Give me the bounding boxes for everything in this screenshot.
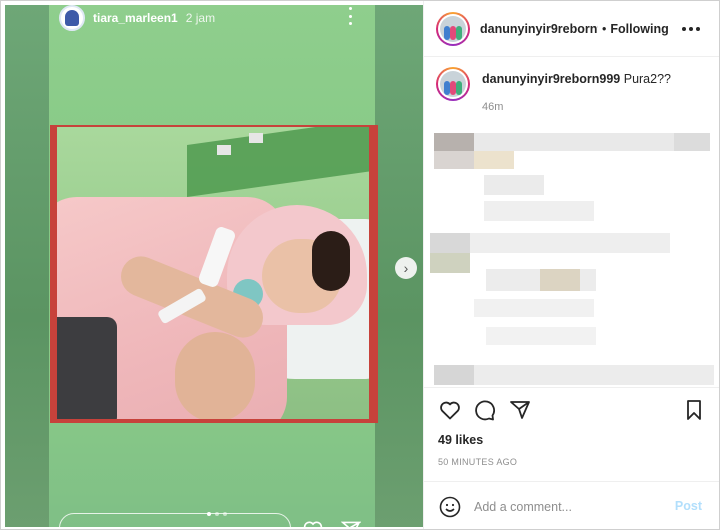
post-media[interactable]: tiara_marleen1 2 jam › xyxy=(5,5,423,527)
carousel-dot xyxy=(223,512,227,516)
story-heart-icon xyxy=(303,520,327,527)
separator-dot: • xyxy=(602,21,607,36)
comment-input[interactable]: Add a comment... xyxy=(474,500,674,514)
story-header: tiara_marleen1 2 jam xyxy=(59,5,215,31)
comment-bar: Add a comment... Post xyxy=(424,481,719,529)
story-time: 2 jam xyxy=(185,11,216,25)
share-icon[interactable] xyxy=(508,398,532,422)
post-panel: danunyinyir9reborn999 • Following danuny… xyxy=(423,1,719,529)
caption-author[interactable]: danunyinyir9reborn999 xyxy=(482,72,620,86)
carousel-indicator xyxy=(207,512,227,516)
comment-icon[interactable] xyxy=(472,398,496,422)
post-timestamp: 50 MINUTES AGO xyxy=(438,457,518,467)
caption-body: Pura2?? xyxy=(623,72,671,86)
caption-age: 46m xyxy=(482,101,504,113)
more-icon xyxy=(347,7,353,25)
carousel-dot xyxy=(207,512,211,516)
heart-icon[interactable] xyxy=(438,398,462,422)
story-send-icon xyxy=(340,520,365,527)
post-actions xyxy=(424,387,719,431)
story-username: tiara_marleen1 xyxy=(93,11,178,25)
media-background-left xyxy=(5,5,53,527)
bookmark-icon[interactable] xyxy=(682,398,706,422)
more-options-icon[interactable] xyxy=(682,27,700,31)
story-photo-frame xyxy=(50,125,378,423)
following-button[interactable]: Following xyxy=(610,22,668,36)
post-button[interactable]: Post xyxy=(675,499,702,513)
carousel-dot xyxy=(215,512,219,516)
chevron-right-icon[interactable]: › xyxy=(395,257,417,279)
emoji-icon[interactable] xyxy=(438,495,462,519)
author-avatar[interactable] xyxy=(436,11,470,46)
blurred-comments xyxy=(430,129,719,391)
like-count[interactable]: 49 likes xyxy=(438,433,483,447)
caption-avatar[interactable] xyxy=(436,67,470,101)
story-avatar xyxy=(59,5,85,31)
story-reply-field xyxy=(59,513,291,527)
caption: danunyinyir9reborn999 Pura2?? 46m xyxy=(436,67,716,113)
author-username[interactable]: danunyinyir9reborn999 xyxy=(480,22,598,36)
caption-text: danunyinyir9reborn999 Pura2?? xyxy=(482,72,671,86)
story-photo xyxy=(57,127,369,419)
post-header: danunyinyir9reborn999 • Following xyxy=(424,1,719,57)
app-window: tiara_marleen1 2 jam › danunyinyir9rebor… xyxy=(0,0,720,530)
